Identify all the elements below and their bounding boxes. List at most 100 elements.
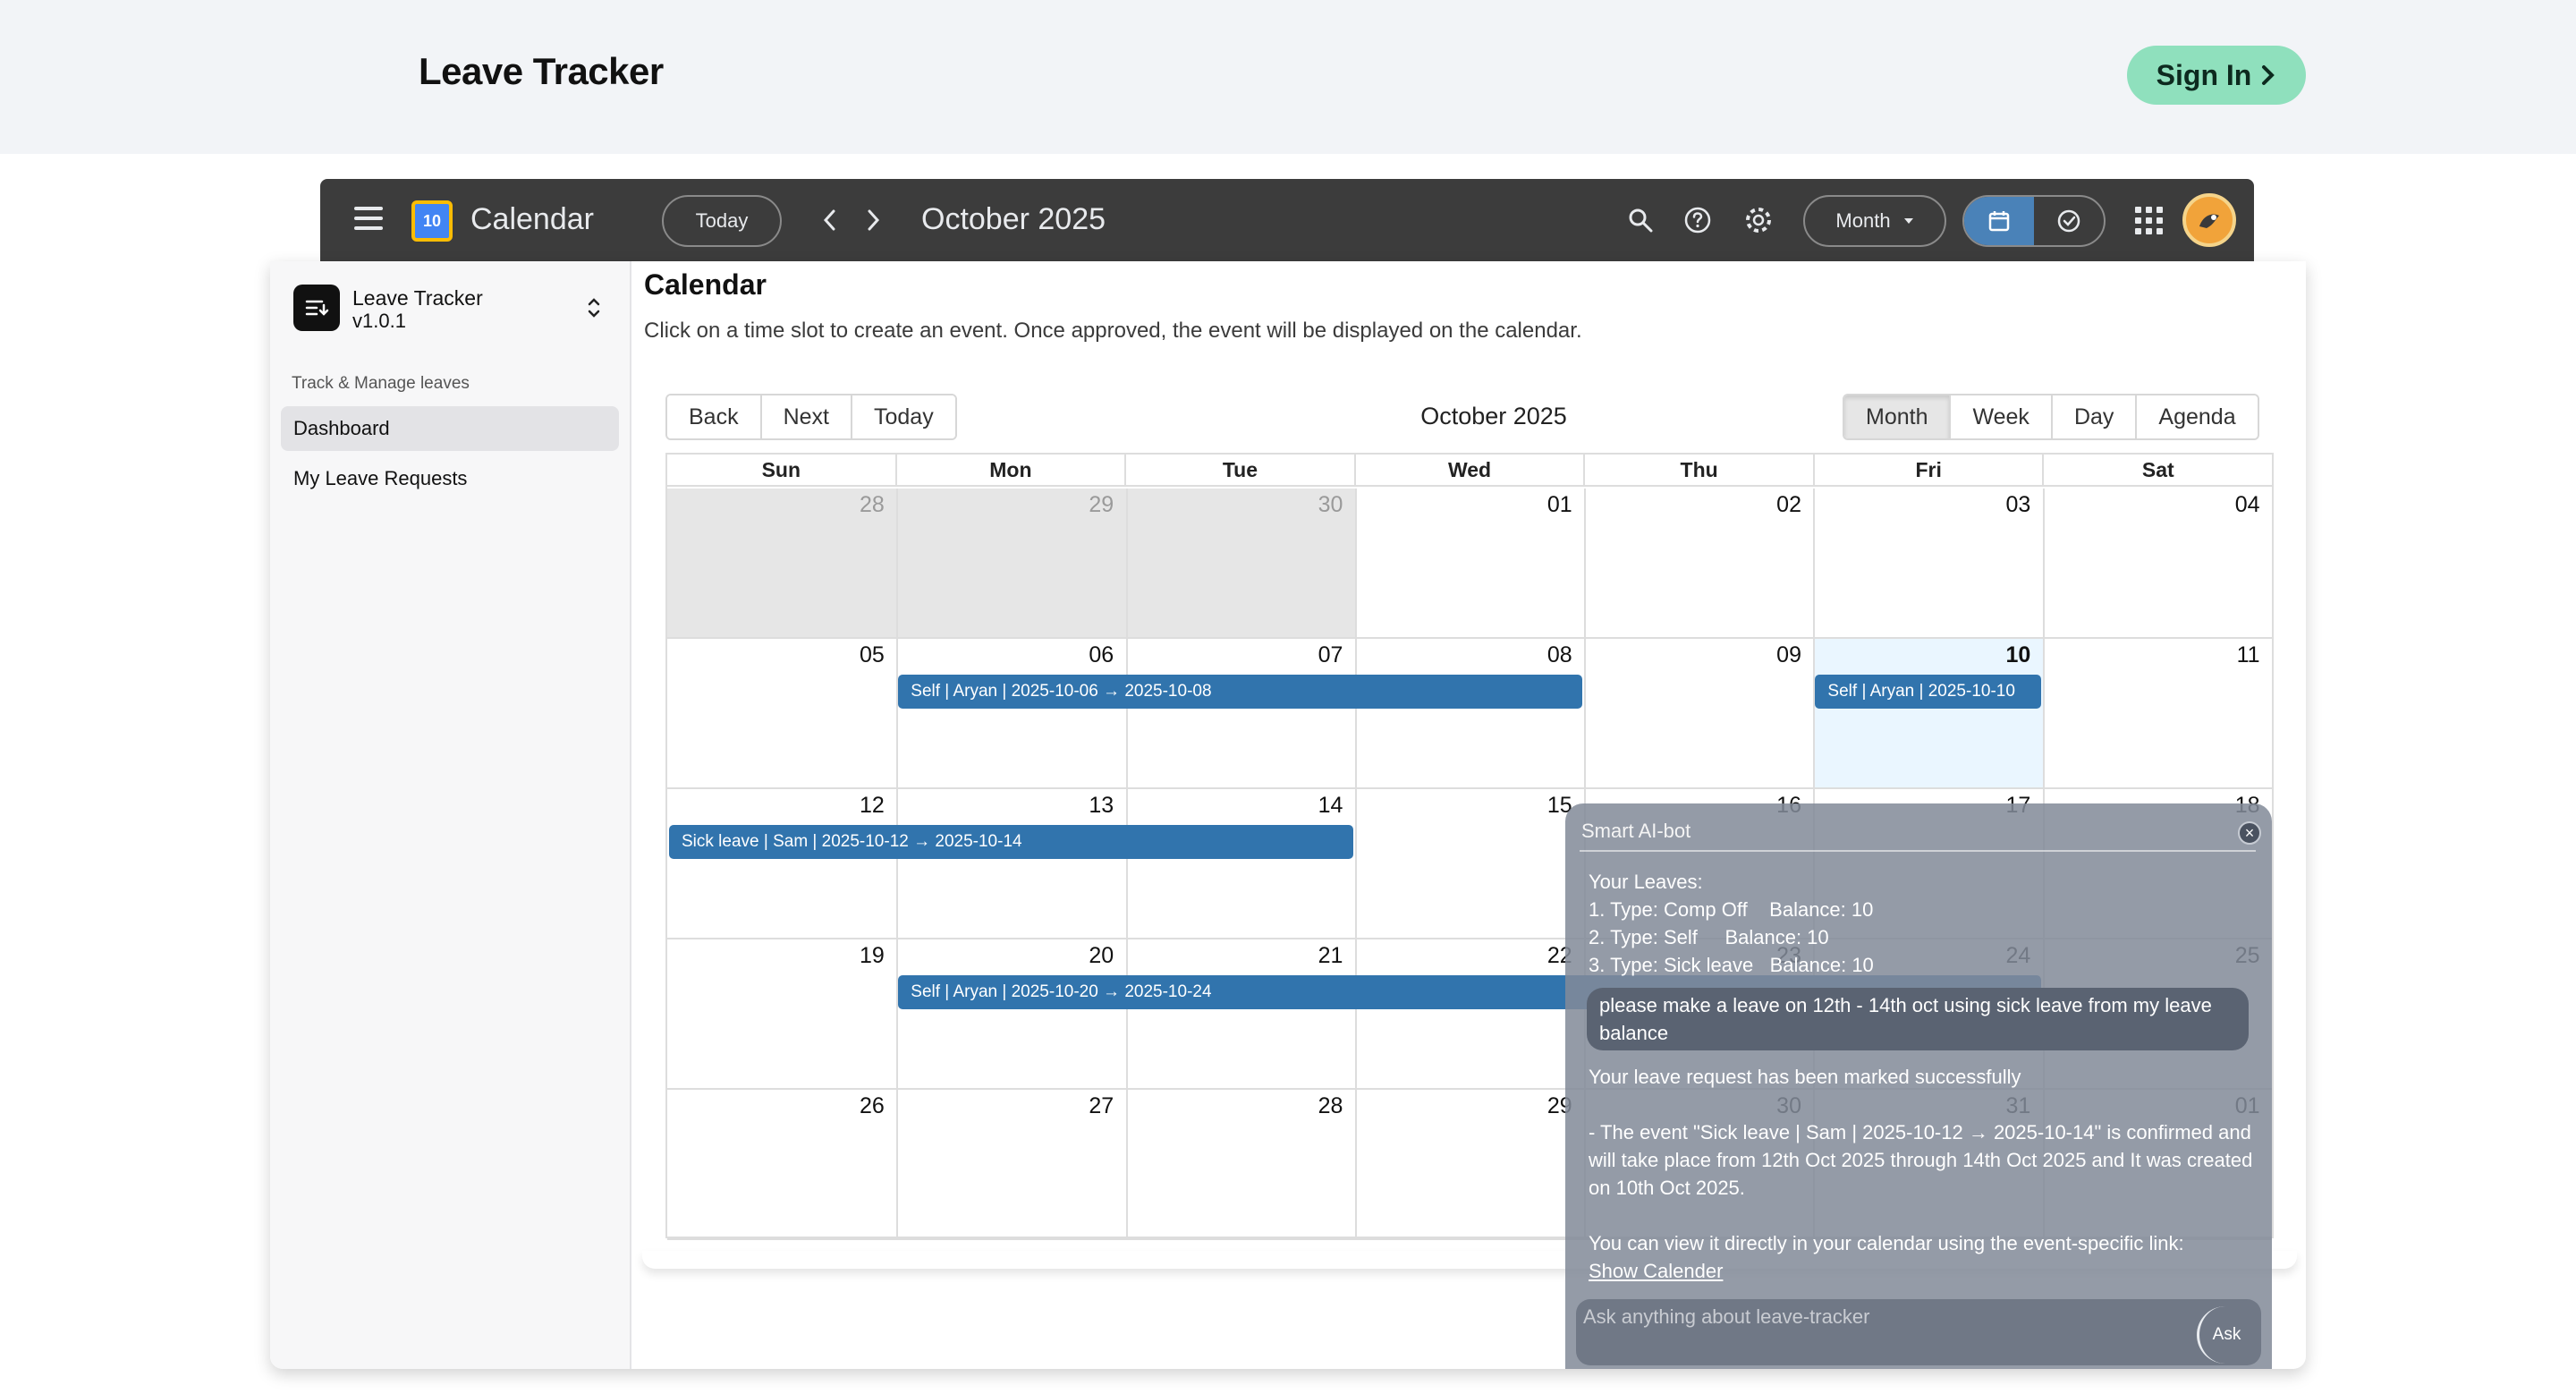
day-cell[interactable]: 27 [896,1090,1126,1238]
day-number[interactable]: 06 [1089,642,1114,668]
day-number[interactable]: 13 [1089,793,1114,819]
view-day-button[interactable]: Day [2052,395,2138,438]
day-number[interactable]: 08 [1547,642,1572,668]
show-calendar-link[interactable]: Show Calender [1589,1260,1723,1282]
day-number[interactable]: 04 [2235,492,2260,518]
day-cell[interactable]: 19 [667,939,897,1088]
day-number[interactable]: 20 [1089,943,1114,969]
weekday-mon: Mon [894,455,1125,485]
day-number[interactable]: 11 [2237,642,2260,668]
next-button[interactable]: Next [761,395,852,438]
calendar-view-buttons: Month Week Day Agenda [1843,394,2259,440]
day-cell[interactable]: 01 [1354,489,1585,637]
day-cell[interactable]: 12 [667,789,897,938]
sidebar-item-my-leave-requests[interactable]: My Leave Requests [281,456,619,501]
day-cell[interactable]: 26 [667,1090,897,1238]
day-cell[interactable]: 10 [1813,639,2044,787]
day-cell[interactable]: 07 [1125,639,1356,787]
calendar-tasks-toggle [1962,195,2106,247]
day-number[interactable]: 21 [1318,943,1343,969]
calendar-event[interactable]: Self | Aryan | 2025-10-10 [1815,675,2041,709]
day-number[interactable]: 30 [1318,492,1343,518]
weekday-tue: Tue [1124,455,1354,485]
day-number[interactable]: 02 [1776,492,1801,518]
view-select[interactable]: Month [1803,195,1946,247]
day-number[interactable]: 12 [860,793,885,819]
leaves-heading: Your Leaves: [1589,871,1703,893]
user-message: please make a leave on 12th - 14th oct u… [1587,988,2249,1050]
sign-in-label: Sign In [2156,58,2252,91]
site-header: Leave Tracker Sign In [0,0,2576,154]
week-row: 05 06 07 08 09 10 11 [667,639,2272,789]
day-cell[interactable]: 30 [1125,489,1356,637]
brand-switcher[interactable]: Leave Tracker v1.0.1 [292,283,614,336]
day-number[interactable]: 28 [860,492,885,518]
calendar-nav-buttons: Back Next Today [665,394,957,440]
ai-bot-input[interactable] [1576,1299,2184,1335]
gcal-today-button[interactable]: Today [662,195,782,247]
chevron-left-icon[interactable] [810,200,850,240]
day-cell[interactable]: 09 [1584,639,1814,787]
apps-icon[interactable] [2129,200,2168,240]
day-number[interactable]: 29 [1089,492,1114,518]
tasks-icon[interactable] [2034,197,2104,245]
calendar-event[interactable]: Self | Aryan | 2025-10-06 → 2025-10-08 [898,675,1583,709]
week-row: 28 29 30 01 02 03 04 [667,489,2272,639]
day-number[interactable]: 19 [860,943,885,969]
day-number[interactable]: 07 [1318,642,1343,668]
day-cell[interactable]: 29 [896,489,1127,637]
day-number[interactable]: 26 [860,1093,885,1119]
ai-bot-messages: Your Leaves: 1. Type: Comp Off Balance: … [1587,868,2254,1285]
help-icon[interactable] [1678,200,1717,240]
view-agenda-button[interactable]: Agenda [2137,395,2258,438]
bot-reply-status: Your leave request has been marked succe… [1589,1066,2021,1088]
settings-icon[interactable] [1739,200,1778,240]
day-cell[interactable]: 29 [1354,1090,1585,1238]
day-number[interactable]: 03 [2005,492,2030,518]
sign-in-button[interactable]: Sign In [2127,46,2306,105]
day-cell[interactable]: 13 [896,789,1126,938]
day-cell[interactable]: 21 [1125,939,1356,1088]
view-month-button[interactable]: Month [1844,395,1952,438]
day-number[interactable]: 14 [1318,793,1343,819]
day-cell[interactable]: 28 [667,489,897,637]
calendar-toolbar-label: October 2025 [1420,403,1567,429]
day-cell[interactable]: 04 [2042,489,2273,637]
brand-version: v1.0.1 [352,310,406,332]
close-icon[interactable]: × [2238,821,2261,845]
today-button[interactable]: Today [852,395,955,438]
day-number[interactable]: 27 [1089,1093,1114,1119]
calendar-logo-icon: 10 [411,200,453,242]
day-cell[interactable]: 11 [2042,639,2273,787]
back-button[interactable]: Back [667,395,762,438]
brand-name: Leave Tracker [352,286,483,310]
day-cell[interactable]: 06 [896,639,1126,787]
day-cell[interactable]: 20 [896,939,1126,1088]
ask-button[interactable]: Ask [2197,1306,2254,1364]
day-cell[interactable]: 28 [1125,1090,1356,1238]
day-cell[interactable]: 08 [1354,639,1585,787]
day-cell[interactable]: 15 [1354,789,1585,938]
day-cell[interactable]: 02 [1584,489,1814,637]
sidebar-item-dashboard[interactable]: Dashboard [281,406,619,451]
avatar[interactable] [2182,193,2236,247]
day-number[interactable]: 05 [860,642,885,668]
day-cell[interactable]: 03 [1813,489,2043,637]
day-number[interactable]: 01 [1547,492,1572,518]
day-number[interactable]: 28 [1318,1093,1343,1119]
day-cell[interactable]: 22 [1354,939,1585,1088]
chevron-right-icon [2262,65,2275,85]
calendar-event[interactable]: Sick leave | Sam | 2025-10-12 → 2025-10-… [669,825,1353,859]
weekday-sat: Sat [2042,455,2272,485]
day-number[interactable]: 10 [2005,642,2030,668]
view-week-button[interactable]: Week [1951,395,2053,438]
calendar-icon[interactable] [1964,197,2034,245]
chevron-right-icon[interactable] [853,200,893,240]
search-icon[interactable] [1621,200,1660,240]
weekday-header: Sun Mon Tue Wed Thu Fri Sat [667,455,2272,487]
menu-icon[interactable] [354,207,383,232]
day-number[interactable]: 09 [1776,642,1801,668]
day-cell[interactable]: 14 [1125,789,1356,938]
weekday-sun: Sun [761,458,801,481]
day-cell[interactable]: 05 [667,639,897,787]
